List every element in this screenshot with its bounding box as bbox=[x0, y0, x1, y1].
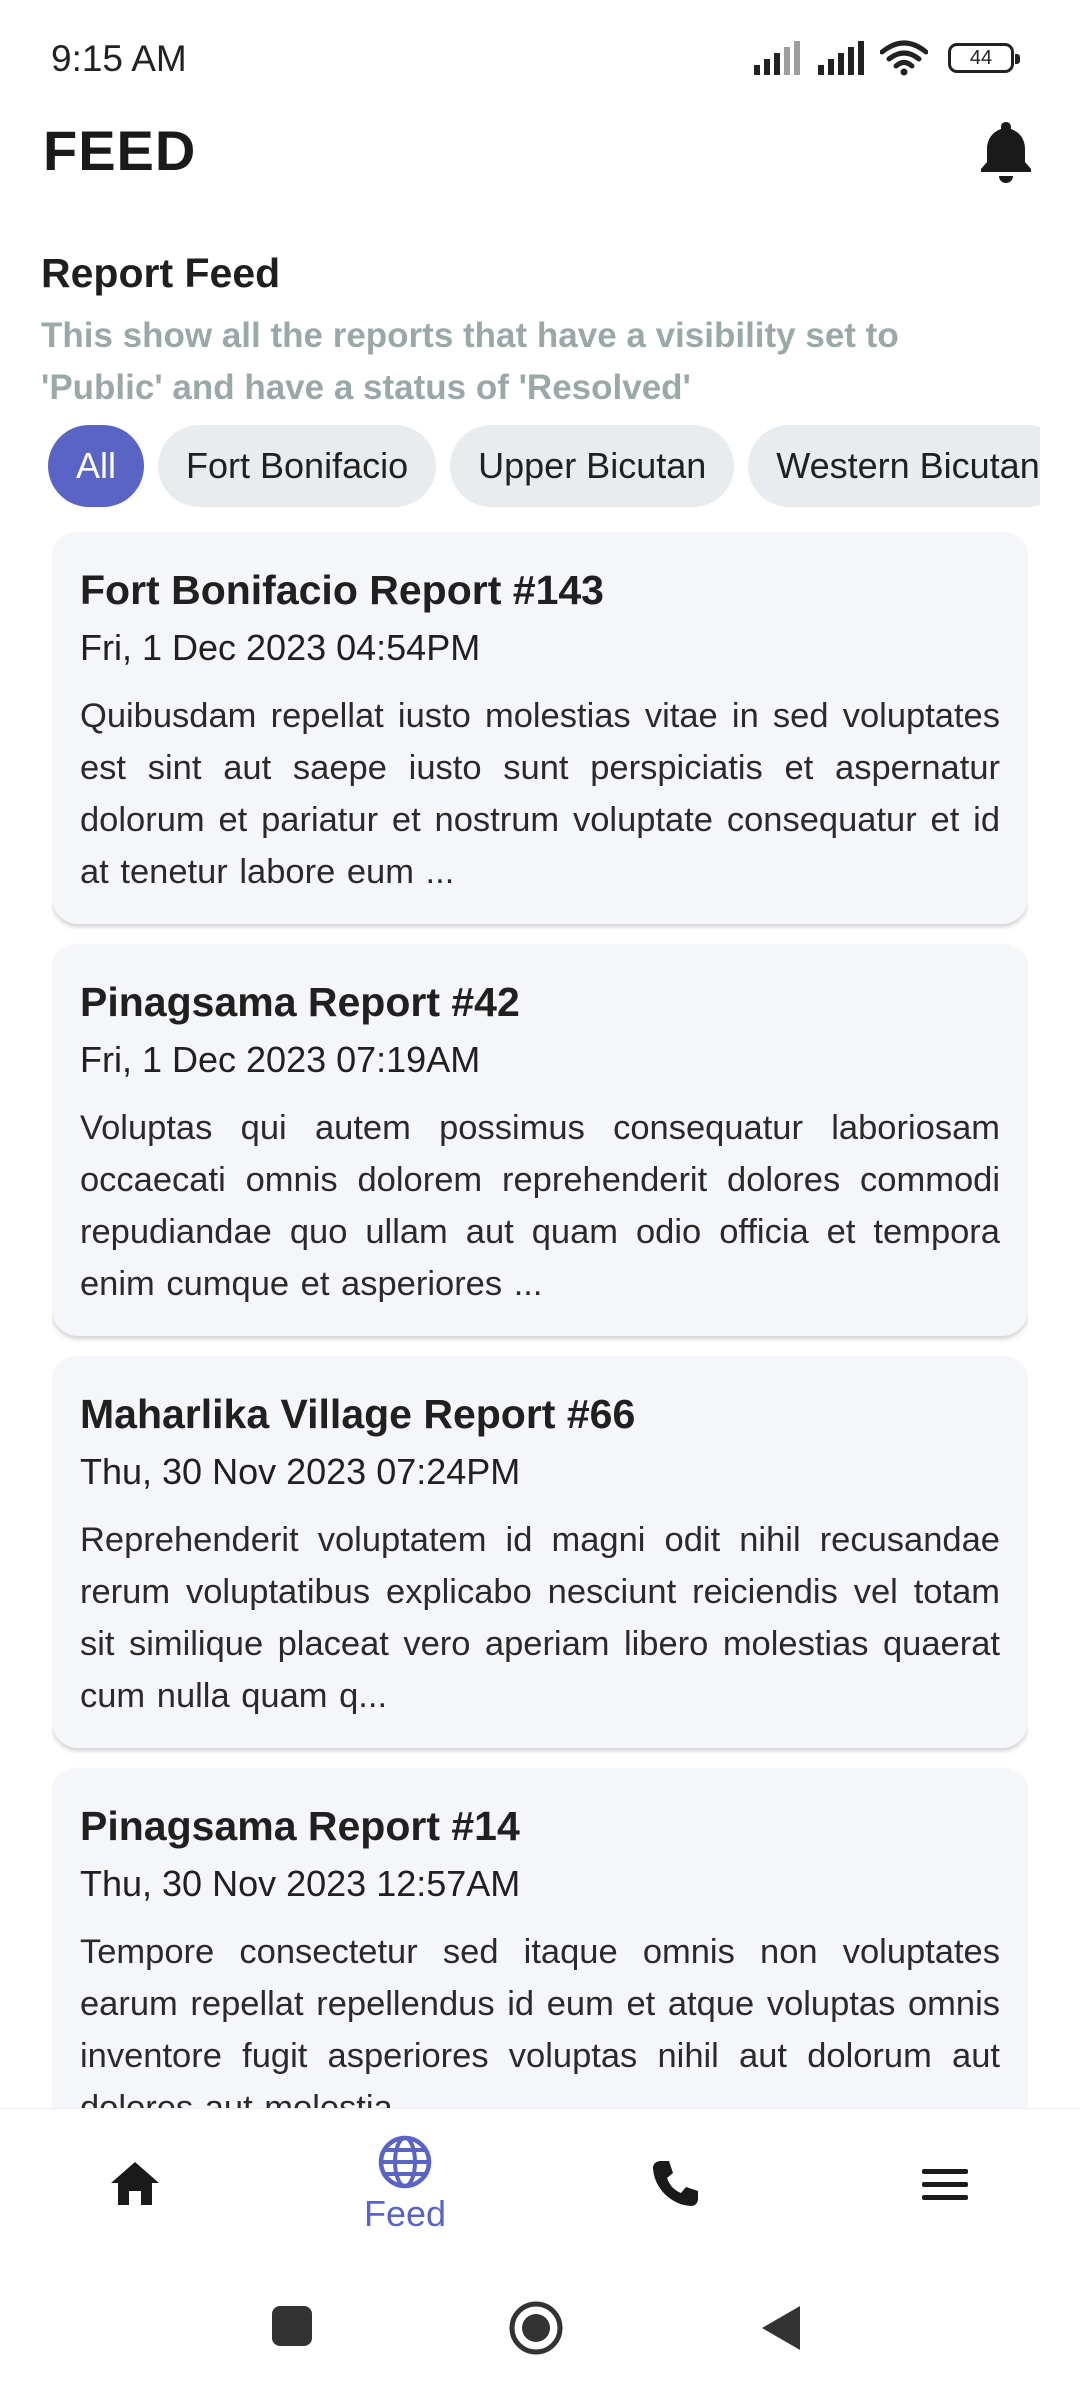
battery-icon: 44 bbox=[948, 43, 1020, 73]
report-card[interactable]: Maharlika Village Report #66 Thu, 30 Nov… bbox=[52, 1356, 1028, 1748]
battery-level: 44 bbox=[969, 46, 993, 69]
nav-call[interactable] bbox=[540, 2109, 810, 2259]
report-date: Fri, 1 Dec 2023 07:19AM bbox=[80, 1039, 481, 1080]
report-date: Fri, 1 Dec 2023 04:54PM bbox=[80, 627, 481, 668]
chip-western-bicutan[interactable]: Western Bicutan bbox=[748, 425, 1040, 507]
home-button[interactable] bbox=[508, 2300, 564, 2356]
report-list[interactable]: Fort Bonifacio Report #143 Fri, 1 Dec 20… bbox=[52, 532, 1028, 2108]
section-title: Report Feed bbox=[41, 250, 281, 296]
report-title: Pinagsama Report #42 bbox=[80, 979, 520, 1025]
bell-icon[interactable] bbox=[976, 118, 1036, 184]
bottom-nav: Feed bbox=[0, 2108, 1080, 2258]
wifi-icon bbox=[880, 40, 928, 76]
home-icon bbox=[111, 2162, 159, 2205]
status-icons: 44 bbox=[752, 40, 1020, 76]
chip-upper-bicutan[interactable]: Upper Bicutan bbox=[450, 425, 735, 507]
section-subtitle: This show all the reports that have a vi… bbox=[41, 316, 899, 407]
report-title: Fort Bonifacio Report #143 bbox=[80, 567, 604, 613]
report-card[interactable]: Pinagsama Report #14 Thu, 30 Nov 2023 12… bbox=[52, 1768, 1028, 2108]
nav-home[interactable] bbox=[0, 2109, 270, 2259]
feed-screen: 9:15 AM 44 FEED Report Feed This show al… bbox=[0, 0, 1080, 2400]
report-title: Maharlika Village Report #66 bbox=[80, 1391, 636, 1437]
nav-menu[interactable] bbox=[810, 2109, 1080, 2259]
nav-feed[interactable]: Feed bbox=[270, 2109, 540, 2259]
menu-icon bbox=[922, 2169, 968, 2200]
nav-feed-label: Feed bbox=[363, 2193, 447, 2234]
phone-icon bbox=[653, 2161, 698, 2206]
status-time: 9:15 AM bbox=[51, 38, 187, 79]
system-nav bbox=[0, 2258, 1080, 2400]
report-card[interactable]: Pinagsama Report #42 Fri, 1 Dec 2023 07:… bbox=[52, 944, 1028, 1336]
app-header: FEED bbox=[0, 110, 1080, 220]
report-body: Quibusdam repellat iusto molestias vitae… bbox=[80, 697, 1000, 891]
filter-chips: All Fort Bonifacio Upper Bicutan Western… bbox=[48, 425, 1040, 509]
report-title: Pinagsama Report #14 bbox=[80, 1803, 520, 1849]
report-card[interactable]: Fort Bonifacio Report #143 Fri, 1 Dec 20… bbox=[52, 532, 1028, 924]
back-button[interactable] bbox=[756, 2302, 804, 2354]
recents-button[interactable] bbox=[270, 2304, 314, 2348]
chip-all[interactable]: All bbox=[48, 425, 145, 507]
status-bar: 9:15 AM 44 bbox=[0, 0, 1080, 120]
report-body: Tempore consectetur sed itaque omnis non… bbox=[80, 1933, 1000, 2108]
globe-icon bbox=[378, 2135, 432, 2189]
signal-icon bbox=[818, 41, 864, 75]
report-body: Voluptas qui autem possimus consequatur … bbox=[80, 1109, 1000, 1303]
chip-fort-bonifacio[interactable]: Fort Bonifacio bbox=[158, 425, 437, 507]
signal-icon bbox=[754, 41, 800, 75]
report-date: Thu, 30 Nov 2023 07:24PM bbox=[80, 1451, 521, 1492]
report-body: Reprehenderit voluptatem id magni odit n… bbox=[80, 1521, 1000, 1715]
report-date: Thu, 30 Nov 2023 12:57AM bbox=[80, 1863, 521, 1904]
page-title: FEED bbox=[43, 119, 197, 182]
